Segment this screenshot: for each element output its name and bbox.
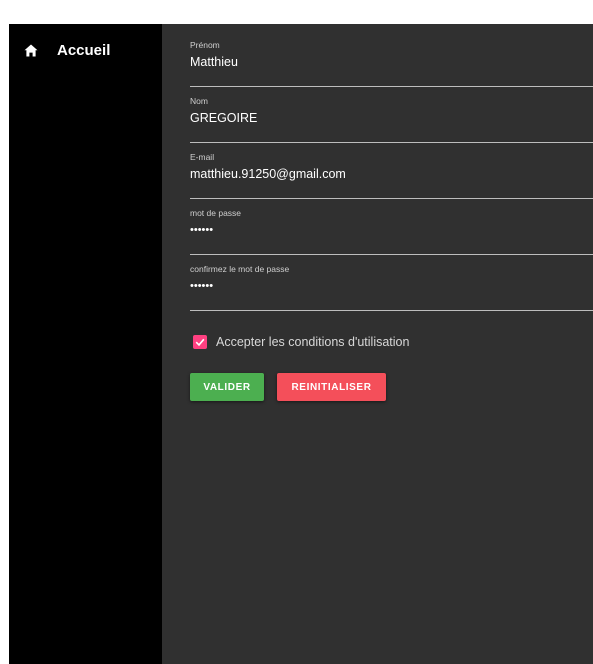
reset-button[interactable]: REINITIALISER [277,373,386,401]
checkmark-icon [195,338,205,347]
lastname-input[interactable] [190,109,590,127]
email-input[interactable] [190,165,590,183]
password-label: mot de passe [190,208,242,218]
firstname-input[interactable] [190,53,590,71]
app-frame: Accueil Prénom Nom E-mail mot de passe [0,0,593,664]
lastname-field: Nom [190,96,593,143]
lastname-label: Nom [190,96,208,106]
sidebar-item-label: Accueil [57,41,111,59]
submit-button[interactable]: VALIDER [190,373,264,401]
terms-label[interactable]: Accepter les conditions d'utilisation [216,335,409,349]
confirm-password-label: confirmez le mot de passe [190,264,290,274]
password-input[interactable] [190,221,590,239]
sidebar: Accueil [9,24,162,664]
home-icon [24,44,38,57]
confirm-password-field: confirmez le mot de passe [190,264,593,311]
firstname-field: Prénom [190,40,593,87]
terms-row: Accepter les conditions d'utilisation [193,334,409,350]
terms-checkbox[interactable] [193,335,207,349]
password-field: mot de passe [190,208,593,255]
main-content: Prénom Nom E-mail mot de passe confirmez… [162,24,593,664]
sidebar-item-accueil[interactable]: Accueil [24,40,110,60]
email-field: E-mail [190,152,593,199]
confirm-password-input[interactable] [190,277,590,295]
email-label: E-mail [190,152,215,162]
firstname-label: Prénom [190,40,220,50]
